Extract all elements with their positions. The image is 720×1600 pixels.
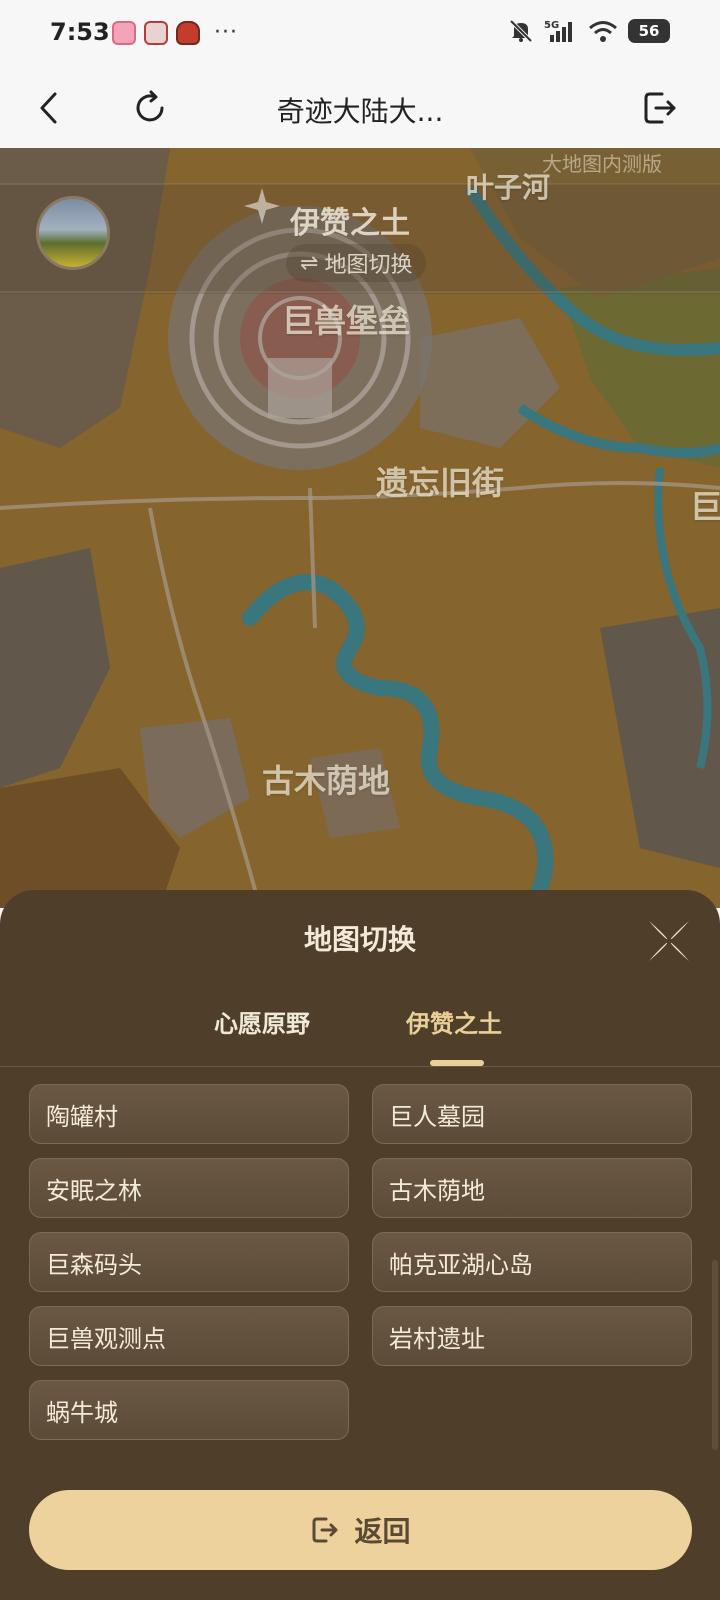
map-beta-tag: 大地图内测版	[542, 152, 662, 176]
map-switch-sheet: 地图切换 心愿原野 伊赞之土 陶罐村 巨人墓园 安眠之林 古木荫地 巨森码头 帕…	[0, 890, 720, 1600]
list-scrollbar[interactable]	[712, 1260, 718, 1450]
swap-arrows-icon: ⇌	[300, 250, 319, 276]
battery-indicator: 56	[628, 19, 670, 43]
location-button[interactable]: 安眠之林	[29, 1158, 349, 1218]
app-notification-icon	[176, 20, 200, 45]
current-region-title: 伊赞之土	[290, 206, 410, 241]
map-label-gumu-yindi[interactable]: 古木荫地	[262, 756, 390, 802]
svg-text:5G: 5G	[544, 20, 559, 31]
close-button[interactable]	[646, 918, 692, 964]
return-button-label: 返回	[354, 1515, 411, 1548]
location-button[interactable]: 蜗牛城	[29, 1380, 349, 1440]
app-header: 奇迹大陆大...	[0, 68, 720, 148]
map-switch-label: 地图切换	[324, 253, 413, 278]
refresh-icon	[136, 90, 164, 122]
status-bar: 7:53 ··· 5G 56	[0, 0, 720, 68]
map-label-jushou-baolei[interactable]: 巨兽堡垒	[282, 296, 410, 342]
mute-bell-icon	[509, 19, 533, 43]
wifi-icon	[589, 21, 617, 42]
signal-5g-icon: 5G	[544, 20, 572, 42]
return-button[interactable]: 返回	[29, 1490, 692, 1570]
app-notification-icon	[144, 20, 168, 45]
location-button[interactable]: 陶罐村	[29, 1084, 349, 1144]
location-button[interactable]: 帕克亚湖心岛	[372, 1232, 692, 1292]
user-avatar[interactable]	[36, 196, 110, 270]
location-button[interactable]: 巨兽观测点	[29, 1306, 349, 1366]
exit-icon	[312, 1517, 338, 1543]
exit-icon	[644, 92, 676, 124]
map-label-yezihe[interactable]: 叶子河	[466, 166, 550, 206]
close-star-icon	[649, 921, 689, 961]
tab-xinyuan-yuanye[interactable]: 心愿原野	[214, 1004, 310, 1039]
more-notifications-icon: ···	[214, 20, 238, 45]
location-button[interactable]: 岩村遗址	[372, 1306, 692, 1366]
location-button[interactable]: 古木荫地	[372, 1158, 692, 1218]
status-time: 7:53	[50, 18, 110, 46]
map-switch-pill[interactable]: ⇌ 地图切换	[286, 244, 427, 282]
status-indicators: 5G 56	[508, 18, 670, 44]
tab-divider	[0, 1066, 720, 1067]
status-notification-icons: ···	[112, 20, 238, 45]
exit-button[interactable]	[634, 82, 686, 134]
location-button[interactable]: 巨人墓园	[372, 1084, 692, 1144]
back-arrow-button[interactable]	[24, 82, 76, 134]
app-notification-icon	[112, 20, 136, 45]
page-title: 奇迹大陆大...	[276, 95, 444, 128]
chevron-left-icon	[40, 92, 57, 124]
refresh-button[interactable]	[124, 82, 176, 134]
map-label-edge[interactable]: 巨	[690, 482, 720, 528]
sheet-title: 地图切换	[303, 923, 416, 956]
map-label-yiwang-jiujie[interactable]: 遗忘旧街	[376, 458, 504, 504]
world-map[interactable]: 大地图内测版 伊赞之土 ⇌ 地图切换 叶子河 巨兽堡垒 遗忘旧街 古木荫地 巨	[0, 148, 720, 908]
tab-yizan-zhitu[interactable]: 伊赞之土	[406, 1004, 502, 1039]
location-button[interactable]: 巨森码头	[29, 1232, 349, 1292]
